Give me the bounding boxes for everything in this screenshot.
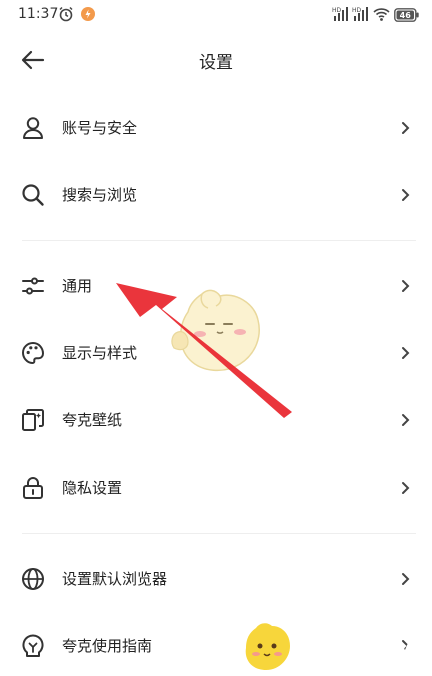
notification-badge-icon [80,6,96,26]
wallpaper-icon [20,407,46,433]
menu-item-wallpaper[interactable]: 夸克壁纸 [0,392,432,448]
menu-item-display-style[interactable]: 显示与样式 [0,325,432,381]
menu-item-account-security[interactable]: 账号与安全 [0,100,432,156]
sliders-icon [20,273,46,299]
battery-icon: 46 [394,7,420,26]
palette-icon [20,340,46,366]
menu-item-label: 显示与样式 [62,344,138,362]
status-time: 11:37 [18,6,59,22]
status-bar: 11:37 HD HD 46 [0,0,432,30]
app-header: 设置 [0,36,432,84]
menu-item-search-browse[interactable]: 搜索与浏览 [0,167,432,223]
chevron-right-icon [398,344,412,362]
hd-signal-icon: HD [352,6,368,26]
alarm-icon [58,6,74,26]
menu-item-label: 夸克壁纸 [62,411,123,429]
menu-item-label: 账号与安全 [62,119,138,137]
chevron-right-icon [398,277,412,295]
user-icon [20,115,46,141]
guide-icon [20,633,46,659]
search-icon [20,182,46,208]
chevron-right-icon [398,119,412,137]
menu-item-privacy[interactable]: 隐私设置 [0,460,432,516]
lock-icon [20,475,46,501]
menu-item-label: 搜索与浏览 [62,186,138,204]
globe-icon [20,566,46,592]
chevron-right-icon [398,186,412,204]
battery-level: 46 [400,11,412,20]
svg-text:HD: HD [332,7,342,14]
wifi-icon [373,6,390,26]
watermark-text: 3DMGAME [290,636,432,666]
hd-signal-icon: HD [332,6,348,26]
chevron-right-icon [398,479,412,497]
page-title: 设置 [199,53,233,73]
section-divider [22,240,416,241]
menu-item-label: 隐私设置 [62,479,123,497]
section-divider [22,533,416,534]
menu-item-label: 通用 [62,277,93,295]
chevron-right-icon [398,411,412,429]
menu-item-label: 设置默认浏览器 [62,570,168,588]
menu-item-label: 夸克使用指南 [62,637,153,655]
svg-text:HD: HD [352,7,362,14]
menu-item-default-browser[interactable]: 设置默认浏览器 [0,551,432,607]
chevron-right-icon [398,570,412,588]
menu-item-general[interactable]: 通用 [0,258,432,314]
